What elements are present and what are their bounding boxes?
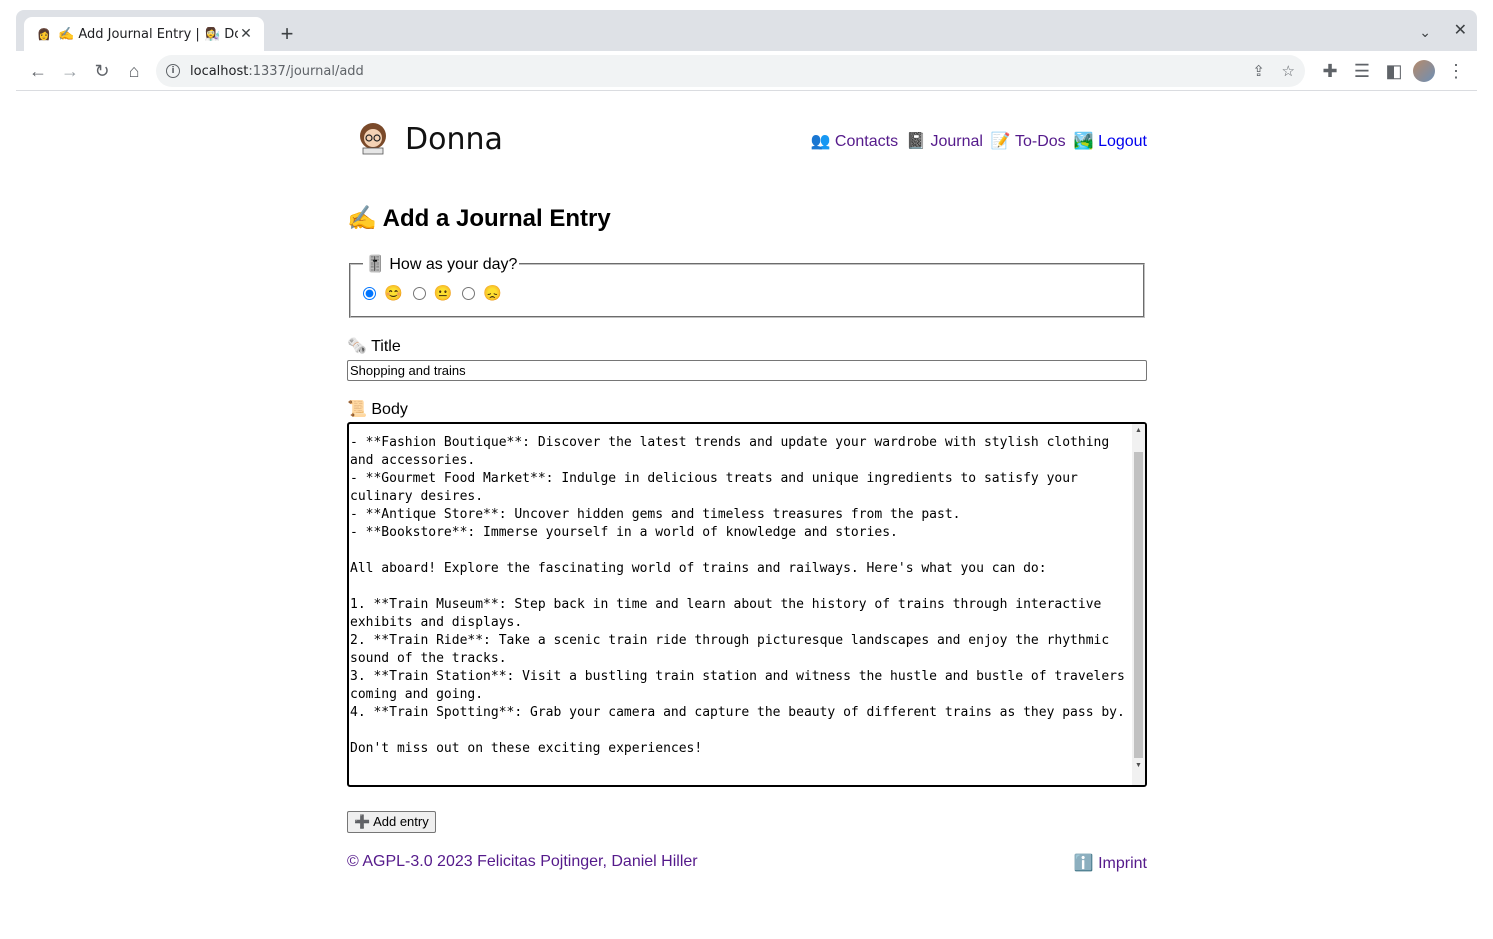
imprint-link[interactable]: ℹ️ Imprint	[1074, 853, 1147, 873]
back-icon[interactable]: ←	[26, 59, 50, 83]
site-info-icon[interactable]: i	[166, 64, 180, 78]
nav-todos[interactable]: 📝 To-Dos	[991, 131, 1066, 151]
url-host: localhost	[190, 63, 249, 79]
share-icon[interactable]: ⇪	[1252, 55, 1265, 87]
tab-search-icon[interactable]: ⌄	[1419, 24, 1431, 41]
scroll-down-icon[interactable]: ▼	[1132, 759, 1145, 773]
donna-logo-icon[interactable]	[355, 120, 391, 156]
address-bar[interactable]: i localhost:1337/journal/add ⇪ ☆	[156, 55, 1305, 87]
mood-neutral-radio[interactable]	[412, 286, 426, 300]
tab-active[interactable]: 👩 ✍️ Add Journal Entry | 👩‍🔬 Donna ✕	[24, 17, 264, 51]
body-label: 📜 Body	[347, 401, 408, 418]
window-close-icon[interactable]: ✕	[1454, 20, 1467, 40]
browser-toolbar: ← → ↻ ⌂ i localhost:1337/journal/add ⇪ ☆…	[16, 51, 1477, 91]
favicon-icon: 👩	[37, 27, 51, 41]
landscape-icon: 🏞️	[1073, 133, 1094, 150]
mood-legend: 🎚️ How as your day?	[365, 256, 518, 273]
add-entry-button[interactable]: ➕ Add entry	[347, 811, 436, 833]
mood-happy-radio[interactable]	[363, 286, 376, 300]
tab-title: ✍️ Add Journal Entry | 👩‍🔬 Donna	[58, 26, 238, 42]
site-footer: © AGPL-3.0 2023 Felicitas Pojtinger, Dan…	[347, 853, 1147, 873]
forward-icon[interactable]: →	[58, 59, 82, 83]
neutral-face-icon: 😐	[433, 285, 453, 302]
tab-strip: 👩 ✍️ Add Journal Entry | 👩‍🔬 Donna ✕ + ⌄…	[16, 10, 1477, 51]
body-scrollbar[interactable]: ▲ ▼	[1132, 424, 1145, 785]
menu-icon[interactable]: ⋮	[1444, 59, 1468, 83]
extensions-icon[interactable]: ✚	[1318, 59, 1342, 83]
scrollbar-thumb[interactable]	[1134, 452, 1143, 758]
site-header: Donna 👥 Contacts 📓 Journal 📝 To-Dos 🏞️ L…	[347, 100, 1147, 180]
bookmark-star-icon[interactable]: ☆	[1282, 55, 1295, 87]
url-path: :1337/journal/add	[248, 63, 364, 79]
title-label: 🗞️ Title	[347, 338, 401, 355]
contacts-icon: 👥	[810, 133, 831, 150]
nav-journal[interactable]: 📓 Journal	[906, 131, 983, 151]
reading-list-icon[interactable]: ☰	[1350, 59, 1374, 83]
mood-sad-radio[interactable]	[462, 286, 476, 300]
nav-contacts[interactable]: 👥 Contacts	[811, 131, 899, 151]
nav-todos-label: To-Dos	[1015, 133, 1066, 150]
nav-logout[interactable]: 🏞️ Logout	[1074, 131, 1147, 151]
profile-avatar[interactable]	[1412, 59, 1436, 83]
site-brand[interactable]: Donna	[405, 122, 503, 157]
browser-window: 👩 ✍️ Add Journal Entry | 👩‍🔬 Donna ✕ + ⌄…	[16, 10, 1477, 91]
mood-fieldset: 🎚️ How as your day? 😊 😐 😞	[349, 254, 1145, 318]
nav-contacts-label: Contacts	[834, 133, 899, 150]
smiling-face-icon: 😊	[384, 285, 403, 302]
main-nav: 👥 Contacts 📓 Journal 📝 To-Dos 🏞️ Logout	[811, 131, 1147, 151]
memo-icon: 📝	[990, 133, 1011, 150]
title-input[interactable]	[347, 360, 1147, 381]
mood-radio-group: 😊 😐 😞	[363, 284, 1131, 302]
disappointed-face-icon: 😞	[483, 285, 503, 302]
body-textarea[interactable]: - **Fashion Boutique**: Discover the lat…	[347, 422, 1147, 787]
page-title: ✍️ Add a Journal Entry	[347, 205, 611, 232]
side-panel-icon[interactable]: ◧	[1382, 59, 1406, 83]
tab-close-icon[interactable]: ✕	[238, 26, 254, 42]
nav-journal-label: Journal	[930, 133, 983, 150]
reload-icon[interactable]: ↻	[90, 59, 114, 83]
body-text[interactable]: - **Fashion Boutique**: Discover the lat…	[350, 424, 1131, 758]
nav-logout-label: Logout	[1098, 133, 1147, 150]
new-tab-button[interactable]: +	[275, 21, 299, 46]
home-icon[interactable]: ⌂	[122, 59, 146, 83]
copyright-link[interactable]: © AGPL-3.0 2023 Felicitas Pojtinger, Dan…	[347, 853, 698, 870]
notebook-icon: 📓	[906, 133, 926, 150]
page-content: Donna 👥 Contacts 📓 Journal 📝 To-Dos 🏞️ L…	[347, 100, 1147, 872]
scroll-up-icon[interactable]: ▲	[1132, 424, 1145, 438]
